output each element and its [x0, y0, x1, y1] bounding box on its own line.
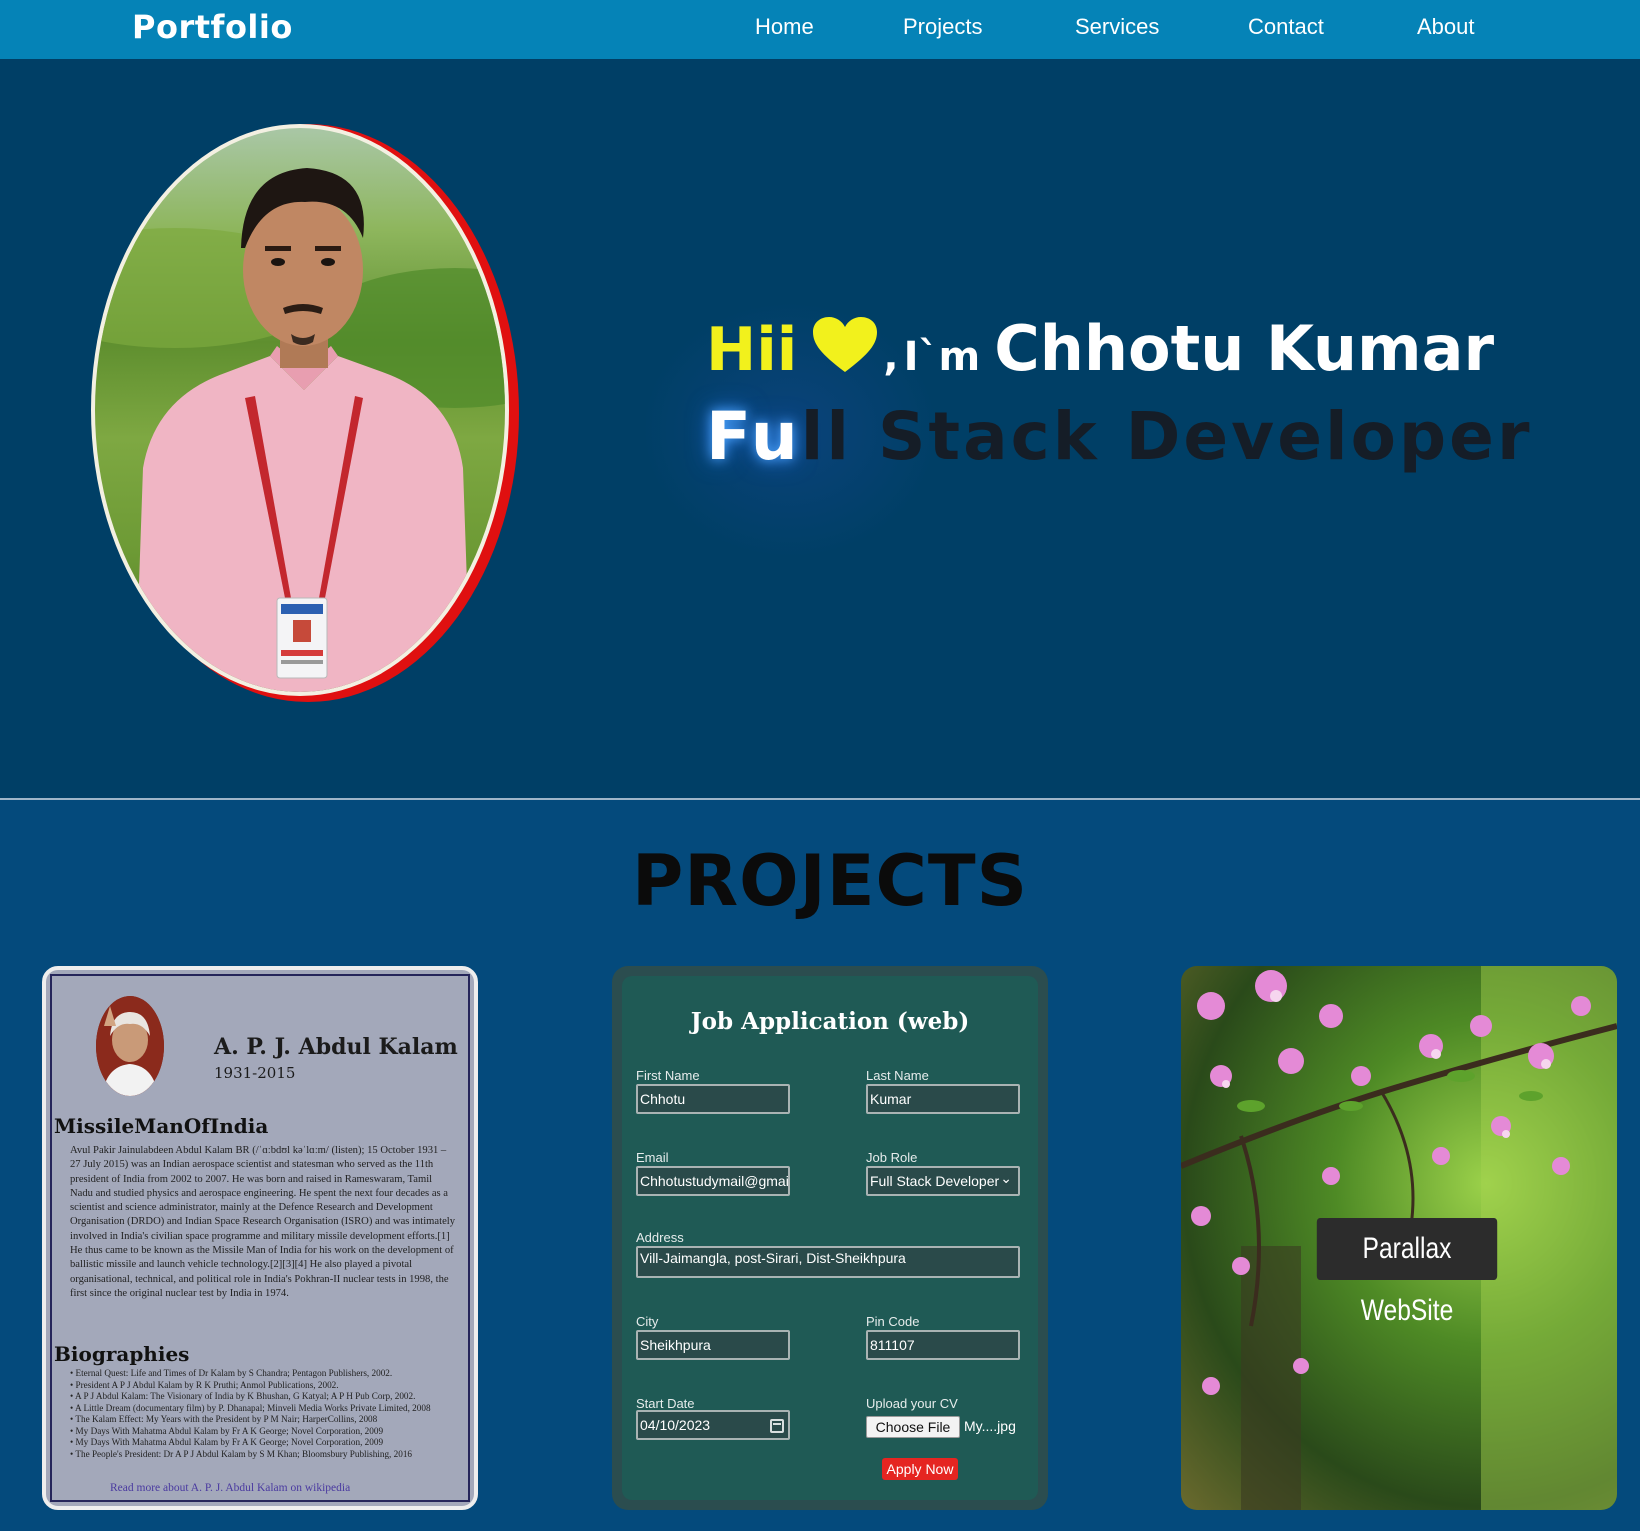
wikipedia-link[interactable]: Read more about A. P. J. Abdul Kalam on …: [110, 1482, 350, 1494]
parallax-label: Parallax WebSite: [1316, 1218, 1498, 1327]
brand-logo[interactable]: Portfolio: [132, 8, 293, 46]
first-name-label: First Name: [636, 1068, 700, 1083]
email-field[interactable]: Chhotustudymail@gmail: [636, 1166, 790, 1196]
greeting-im: I`m: [903, 334, 981, 380]
address-label: Address: [636, 1230, 684, 1245]
projects-title: PROJECTS: [631, 840, 1029, 922]
kalam-years: 1931-2015: [214, 1064, 296, 1082]
last-name-field[interactable]: Kumar: [866, 1084, 1020, 1114]
first-name-field[interactable]: Chhotu: [636, 1084, 790, 1114]
address-field[interactable]: Vill-Jaimangla, post-Sirari, Dist-Sheikh…: [636, 1246, 1020, 1278]
nav-projects[interactable]: Projects: [903, 14, 982, 40]
greeting-comma: ,: [883, 334, 899, 380]
chosen-file-name: My....jpg: [964, 1418, 1016, 1434]
pin-code-field[interactable]: 811107: [866, 1330, 1020, 1360]
list-item: My Days With Mahatma Abdul Kalam by Fr A…: [70, 1437, 466, 1449]
greeting-hi: Hii: [706, 315, 798, 385]
list-item: A Little Dream (documentary film) by P. …: [70, 1403, 466, 1415]
list-item: A P J Abdul Kalam: The Visionary of Indi…: [70, 1391, 466, 1403]
person-illustration: [95, 168, 505, 692]
list-item: The People's President: Dr A P J Abdul K…: [70, 1449, 466, 1461]
calendar-icon[interactable]: [770, 1419, 784, 1433]
biographies-list: Eternal Quest: Life and Times of Dr Kala…: [70, 1368, 466, 1460]
section-divider: [0, 798, 1640, 800]
role-rest: ll Stack Developer: [800, 398, 1533, 475]
kalam-heading: MissileManOfIndia: [54, 1114, 269, 1138]
project-card-kalam[interactable]: A. P. J. Abdul Kalam 1931-2015 MissileMa…: [42, 966, 478, 1510]
job-form-title: Job Application (web): [690, 1008, 970, 1035]
apply-now-button[interactable]: Apply Now: [882, 1458, 958, 1480]
choose-file-button[interactable]: Choose File: [866, 1416, 960, 1438]
role-typed: Fu: [706, 398, 801, 475]
last-name-label: Last Name: [866, 1068, 929, 1083]
profile-photo: [91, 124, 509, 696]
job-role-label: Job Role: [866, 1150, 918, 1165]
city-field[interactable]: Sheikhpura: [636, 1330, 790, 1360]
start-date-label: Start Date: [636, 1396, 695, 1411]
email-label: Email: [636, 1150, 669, 1165]
nav-services[interactable]: Services: [1075, 14, 1159, 40]
kalam-name: A. P. J. Abdul Kalam: [214, 1034, 458, 1060]
list-item: The Kalam Effect: My Years with the Pres…: [70, 1414, 466, 1426]
kalam-paragraph: Avul Pakir Jainulabdeen Abdul Kalam BR (…: [70, 1145, 456, 1299]
navbar: Portfolio Home Projects Services Contact…: [0, 0, 1640, 59]
start-date-value: 04/10/2023: [640, 1417, 711, 1433]
project-card-parallax[interactable]: Parallax WebSite: [1181, 966, 1617, 1510]
heart-icon: [811, 316, 879, 378]
upload-cv-label: Upload your CV: [866, 1396, 958, 1411]
job-role-select[interactable]: Full Stack Developer: [866, 1166, 1020, 1196]
hero-name: Chhotu Kumar: [994, 312, 1495, 385]
kalam-photo: [96, 996, 164, 1096]
profile-portrait: [91, 124, 519, 702]
nav-contact[interactable]: Contact: [1248, 14, 1324, 40]
list-item: President A P J Abdul Kalam by R K Pruth…: [70, 1380, 466, 1392]
biographies-heading: Biographies: [54, 1342, 190, 1366]
project-card-job-application[interactable]: Job Application (web) First Name Chhotu …: [612, 966, 1048, 1510]
nav-home[interactable]: Home: [755, 14, 814, 40]
nav-about[interactable]: About: [1417, 14, 1475, 40]
hero-greeting: Hii, I`m Chhotu Kumar: [706, 312, 1494, 392]
list-item: Eternal Quest: Life and Times of Dr Kala…: [70, 1368, 466, 1380]
hero-role: Full Stack Developer: [706, 398, 1533, 475]
city-label: City: [636, 1314, 659, 1329]
list-item: My Days With Mahatma Abdul Kalam by Fr A…: [70, 1426, 466, 1438]
start-date-field[interactable]: 04/10/2023: [636, 1410, 790, 1440]
pin-code-label: Pin Code: [866, 1314, 920, 1329]
